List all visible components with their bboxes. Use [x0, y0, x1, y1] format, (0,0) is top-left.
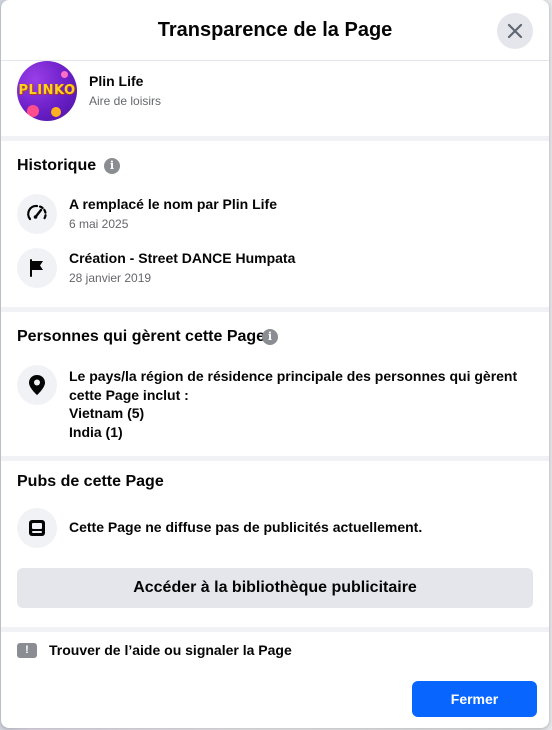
section-divider: [1, 627, 549, 632]
help-report-link[interactable]: Trouver de l’aide ou signaler la Page: [49, 642, 292, 658]
avatar-decoration: [27, 105, 39, 117]
location-pin-icon: [29, 375, 45, 395]
history-item-icon: [17, 194, 57, 234]
people-title: Personnes qui gèrent cette Page: [17, 328, 266, 345]
info-icon[interactable]: i: [104, 158, 120, 174]
page-info: PLINKO Plin Life Aire de loisirs: [17, 61, 537, 121]
dialog-header: Transparence de la Page: [1, 0, 549, 61]
history-item-text: A remplacé le nom par Plin Life: [69, 196, 277, 212]
info-icon[interactable]: i: [262, 329, 278, 345]
close-icon: [507, 23, 523, 39]
page-name[interactable]: Plin Life: [89, 73, 143, 89]
people-description-block: Le pays/la région de résidence principal…: [69, 367, 539, 441]
avatar-decoration: [61, 71, 68, 78]
history-title: Historique: [17, 157, 97, 174]
flag-icon: [30, 259, 43, 277]
history-item-date: 6 mai 2025: [69, 217, 129, 231]
ad-screen-icon: [29, 520, 45, 536]
ads-status: Cette Page ne diffuse pas de publicités …: [69, 519, 423, 535]
avatar[interactable]: PLINKO: [17, 61, 77, 121]
page-category: Aire de loisirs: [89, 94, 162, 108]
section-divider: [1, 456, 549, 461]
history-item-icon: [17, 248, 57, 288]
transparency-dialog: Transparence de la Page PLINKO Plin Life…: [1, 0, 549, 728]
dialog-title: Transparence de la Page: [157, 19, 393, 41]
people-item-icon: [17, 365, 57, 405]
ads-title: Pubs de cette Page: [17, 473, 164, 490]
history-item-date: 28 janvier 2019: [69, 271, 152, 285]
ad-library-button[interactable]: Accéder à la bibliothèque publicitaire: [17, 568, 533, 608]
section-divider: [1, 307, 549, 312]
close-dialog-button[interactable]: Fermer: [412, 681, 537, 717]
close-button[interactable]: [497, 13, 533, 49]
avatar-logo-text: PLINKO: [18, 83, 76, 98]
history-item-text: Création - Street DANCE Humpata: [69, 250, 296, 266]
people-description: Le pays/la région de résidence principal…: [69, 368, 518, 403]
country-item: India (1): [69, 423, 123, 440]
ads-item-icon: [17, 508, 57, 548]
section-divider: [1, 136, 549, 141]
country-item: Vietnam (5): [69, 405, 145, 421]
report-icon: !: [17, 643, 37, 658]
avatar-decoration: [51, 107, 61, 117]
speedometer-icon: [27, 204, 47, 221]
